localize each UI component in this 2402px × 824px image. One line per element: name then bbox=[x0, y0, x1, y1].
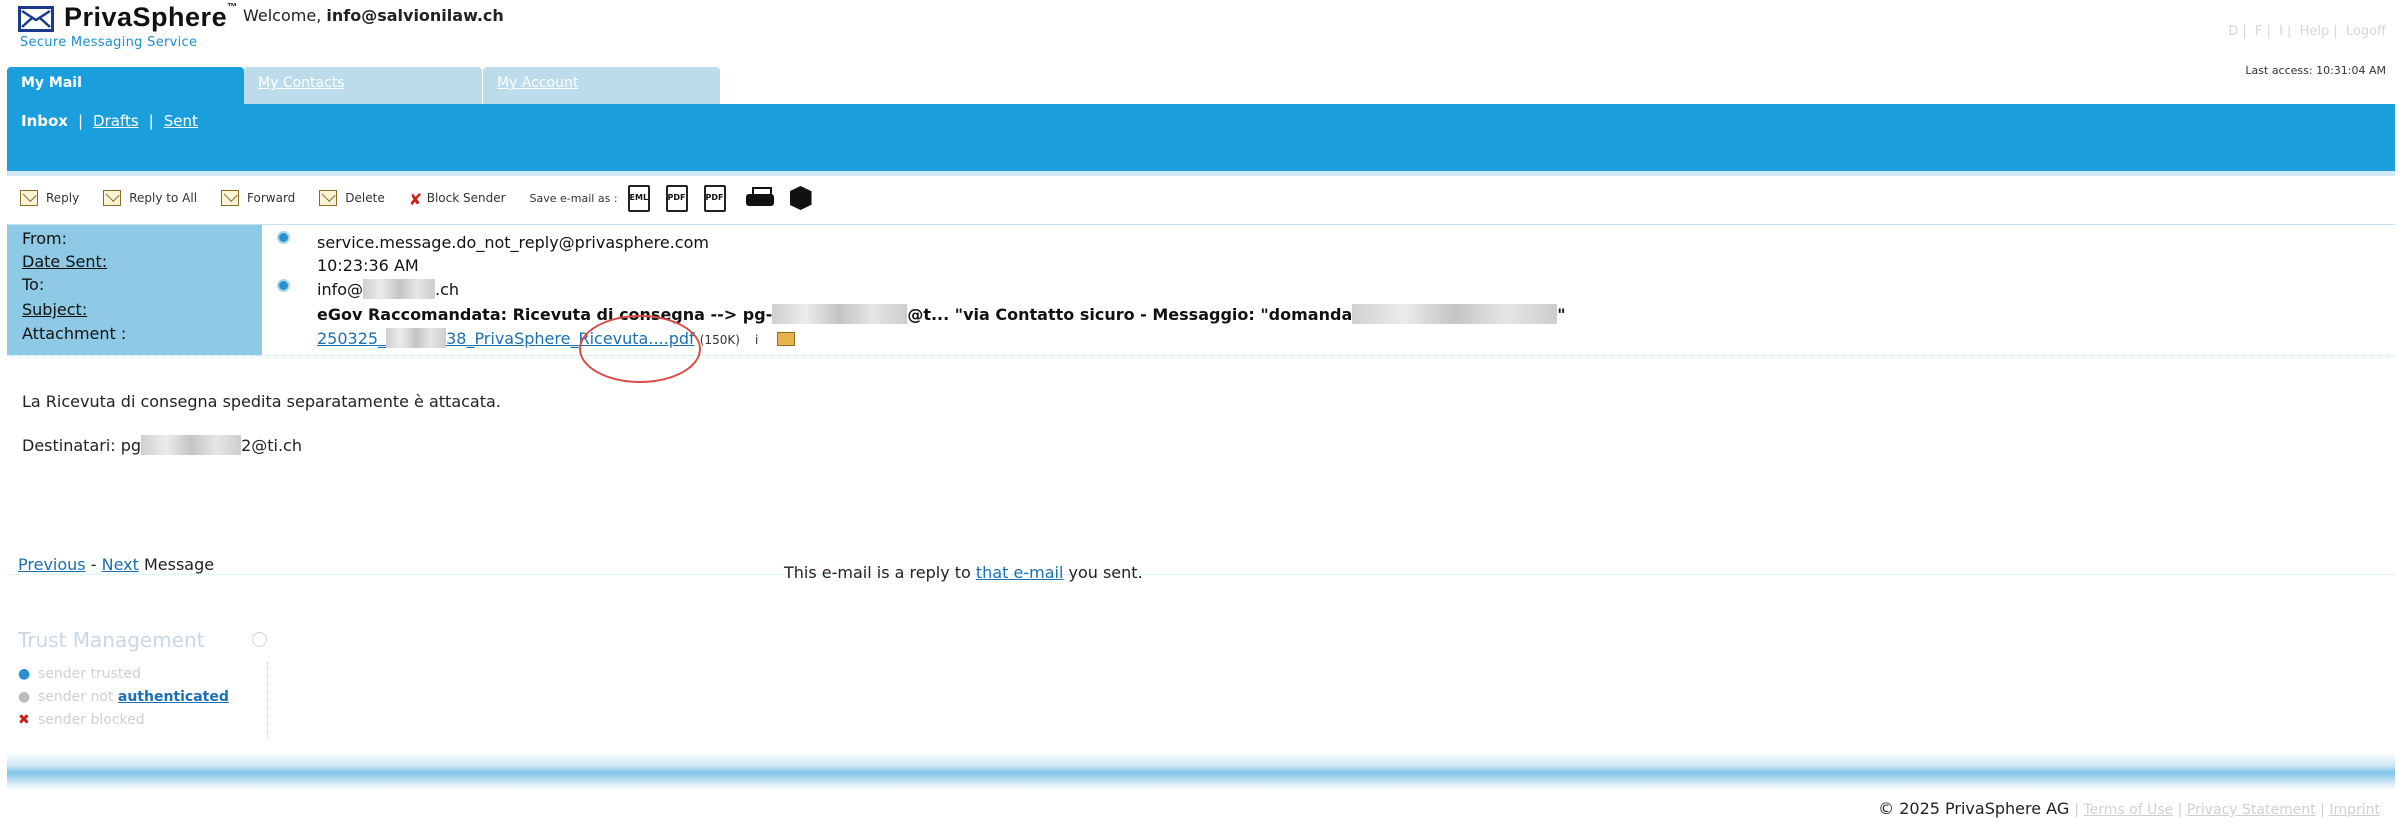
reply-all-label: Reply to All bbox=[129, 191, 198, 205]
from-value: service.message.do_not_reply@privasphere… bbox=[317, 233, 709, 252]
delete-label: Delete bbox=[345, 191, 385, 205]
save-as-group: Save e-mail as : EML PDF PDF bbox=[529, 184, 812, 212]
next-message-link[interactable]: Next bbox=[102, 555, 139, 574]
welcome-prefix: Welcome, bbox=[243, 6, 322, 25]
brand-tagline: Secure Messaging Service bbox=[20, 35, 198, 50]
logo-envelope-icon bbox=[18, 6, 54, 32]
lang-it-link[interactable]: I bbox=[2279, 24, 2283, 39]
brand-name: PrivaSphere bbox=[64, 2, 228, 32]
block-sender-button[interactable]: ✘ Block Sender bbox=[408, 190, 506, 209]
archive-box-icon[interactable] bbox=[789, 186, 812, 210]
reply-label: Reply bbox=[46, 191, 80, 205]
trust-item-not-authenticated: ● sender not authenticated bbox=[18, 689, 229, 705]
attachment-info-icon[interactable]: i bbox=[755, 333, 758, 347]
forward-label: Forward bbox=[247, 191, 296, 205]
user-email: info@salvionilaw.ch bbox=[326, 6, 504, 25]
trust-item-trusted: ● sender trusted bbox=[18, 666, 141, 682]
delete-icon bbox=[319, 190, 338, 206]
attachment-value: 250325_ 38_PrivaSphere_Ricevuta....pdf (1… bbox=[317, 328, 796, 348]
imprint-link[interactable]: Imprint bbox=[2329, 802, 2380, 818]
tab-my-contacts[interactable]: My Contacts bbox=[244, 67, 482, 104]
logoff-link[interactable]: Logoff bbox=[2346, 24, 2386, 39]
privacy-link[interactable]: Privacy Statement bbox=[2187, 802, 2316, 818]
footer: © 2025 PrivaSphere AG | Terms of Use | P… bbox=[1878, 799, 2380, 818]
reply-note: This e-mail is a reply to that e-mail yo… bbox=[784, 563, 1143, 582]
message-toolbar: Reply Reply to All Forward Delete ✘ Bloc… bbox=[20, 180, 836, 216]
reply-button[interactable]: Reply bbox=[20, 190, 79, 206]
to-label: To: bbox=[22, 275, 45, 294]
save-pdf-attachments-icon[interactable]: PDF bbox=[703, 184, 726, 212]
redacted-block bbox=[141, 435, 242, 455]
delete-button[interactable]: Delete bbox=[319, 190, 385, 206]
date-sent-label[interactable]: Date Sent: bbox=[22, 252, 107, 271]
reply-all-icon bbox=[103, 190, 122, 206]
header-links: D | F | I | Help | Logoff bbox=[2228, 24, 2386, 39]
welcome-message: Welcome, info@salvionilaw.ch bbox=[243, 6, 504, 25]
copyright: © 2025 PrivaSphere AG bbox=[1878, 799, 2070, 818]
message-header-panel: From: Date Sent: To: Subject: Attachment… bbox=[7, 224, 2395, 356]
nav-bar-shadow bbox=[7, 171, 2395, 176]
brand-tm: ™ bbox=[227, 2, 238, 13]
save-as-label: Save e-mail as : bbox=[529, 191, 618, 205]
forward-button[interactable]: Forward bbox=[221, 190, 295, 206]
body-line-2: Destinatari: pg 2@ti.ch bbox=[22, 435, 302, 455]
attachment-label: Attachment : bbox=[22, 324, 127, 343]
original-email-link[interactable]: that e-mail bbox=[976, 563, 1063, 582]
previous-message-link[interactable]: Previous bbox=[18, 555, 86, 574]
save-eml-icon[interactable]: EML bbox=[627, 184, 650, 212]
subnav-inbox[interactable]: Inbox bbox=[21, 112, 68, 130]
body-line-1: La Ricevuta di consegna spedita separata… bbox=[22, 392, 501, 411]
date-sent-value: 10:23:36 AM bbox=[317, 256, 419, 275]
to-value: info@ .ch bbox=[317, 279, 460, 299]
redacted-block bbox=[363, 279, 436, 299]
attachment-options-icon[interactable] bbox=[777, 332, 796, 346]
mail-nav-bar: Inbox | Drafts | Sent bbox=[7, 104, 2395, 171]
help-link[interactable]: Help bbox=[2300, 24, 2330, 39]
subnav-drafts[interactable]: Drafts bbox=[93, 112, 139, 130]
forward-icon bbox=[221, 190, 240, 206]
lang-fr-link[interactable]: F bbox=[2255, 24, 2262, 39]
trust-item-blocked: ✖ sender blocked bbox=[18, 712, 145, 728]
subnav: Inbox | Drafts | Sent bbox=[21, 112, 198, 130]
lang-de-link[interactable]: D bbox=[2228, 24, 2238, 39]
trusted-icon: ● bbox=[18, 666, 31, 682]
block-sender-label: Block Sender bbox=[426, 191, 506, 205]
trust-management-title: Trust Management bbox=[18, 628, 205, 652]
not-authenticated-icon: ● bbox=[18, 689, 31, 705]
last-access: Last access: 10:31:04 AM bbox=[2245, 64, 2386, 77]
expand-icon[interactable] bbox=[252, 632, 267, 647]
footer-bar bbox=[7, 752, 2395, 790]
redacted-block bbox=[772, 304, 908, 324]
trust-legend: ● sender trusted ● sender not authenticate… bbox=[14, 662, 268, 738]
recipient-status-icon bbox=[277, 279, 290, 292]
header-labels-column: From: Date Sent: To: Subject: Attachment… bbox=[7, 225, 262, 355]
attachment-size: (150K) bbox=[699, 333, 740, 347]
subject-label[interactable]: Subject: bbox=[22, 300, 87, 319]
print-icon[interactable] bbox=[745, 187, 774, 209]
redacted-block bbox=[1352, 304, 1558, 324]
subject-value: eGov Raccomandata: Ricevuta di consegna … bbox=[317, 304, 1566, 324]
reply-all-button[interactable]: Reply to All bbox=[103, 190, 197, 206]
save-pdf-icon[interactable]: PDF bbox=[665, 184, 688, 212]
from-label: From: bbox=[22, 229, 68, 248]
tab-my-contacts-link[interactable]: My Contacts bbox=[258, 75, 345, 91]
sender-status-icon bbox=[277, 231, 290, 244]
message-pager: Previous - Next Message bbox=[18, 555, 215, 574]
terms-link[interactable]: Terms of Use bbox=[2083, 802, 2173, 818]
tab-my-account-link[interactable]: My Account bbox=[497, 75, 578, 91]
tab-my-account[interactable]: My Account bbox=[483, 67, 720, 104]
subnav-sent[interactable]: Sent bbox=[164, 112, 198, 130]
redacted-block bbox=[386, 328, 447, 348]
block-x-icon: ✘ bbox=[408, 190, 423, 209]
reply-icon bbox=[20, 190, 38, 206]
tab-my-mail[interactable]: My Mail bbox=[7, 67, 244, 104]
authenticated-link[interactable]: authenticated bbox=[118, 689, 229, 705]
blocked-icon: ✖ bbox=[18, 712, 30, 728]
